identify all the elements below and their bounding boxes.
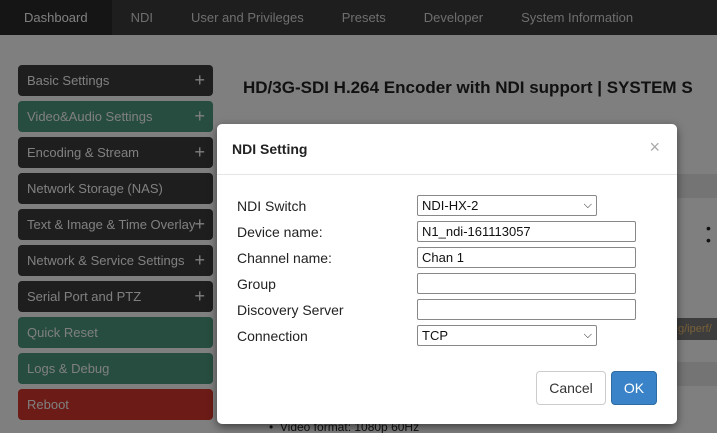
connection-label: Connection — [237, 328, 308, 344]
device-name-input[interactable]: N1_ndi-161113057 — [417, 221, 636, 242]
connection-select[interactable]: TCP ⌵ — [417, 325, 597, 346]
device-name-row: Device name: N1_ndi-161113057 — [237, 221, 657, 243]
cancel-button[interactable]: Cancel — [536, 371, 606, 405]
ndi-switch-label: NDI Switch — [237, 198, 307, 214]
device-name-label: Device name: — [237, 224, 323, 240]
ndi-switch-row: NDI Switch NDI-HX-2 ⌵ — [237, 195, 657, 217]
discovery-server-input[interactable] — [417, 299, 636, 320]
modal-header: NDI Setting × — [217, 124, 677, 175]
group-row: Group — [237, 273, 657, 295]
channel-name-input[interactable]: Chan 1 — [417, 247, 636, 268]
channel-name-label: Channel name: — [237, 250, 332, 266]
channel-name-row: Channel name: Chan 1 — [237, 247, 657, 269]
ndi-switch-value: NDI-HX-2 — [422, 198, 479, 213]
connection-row: Connection TCP ⌵ — [237, 325, 657, 347]
ndi-setting-dialog: NDI Setting × NDI Switch NDI-HX-2 ⌵ Devi… — [217, 124, 677, 424]
discovery-server-label: Discovery Server — [237, 302, 344, 318]
ok-button[interactable]: OK — [611, 371, 657, 405]
ndi-switch-select[interactable]: NDI-HX-2 ⌵ — [417, 195, 597, 216]
close-icon[interactable]: × — [649, 137, 660, 158]
group-input[interactable] — [417, 273, 636, 294]
modal-title: NDI Setting — [232, 141, 308, 157]
discovery-server-row: Discovery Server — [237, 299, 657, 321]
connection-value: TCP — [422, 328, 448, 343]
chevron-down-icon: ⌵ — [583, 329, 592, 341]
group-label: Group — [237, 276, 276, 292]
chevron-down-icon: ⌵ — [583, 199, 592, 211]
